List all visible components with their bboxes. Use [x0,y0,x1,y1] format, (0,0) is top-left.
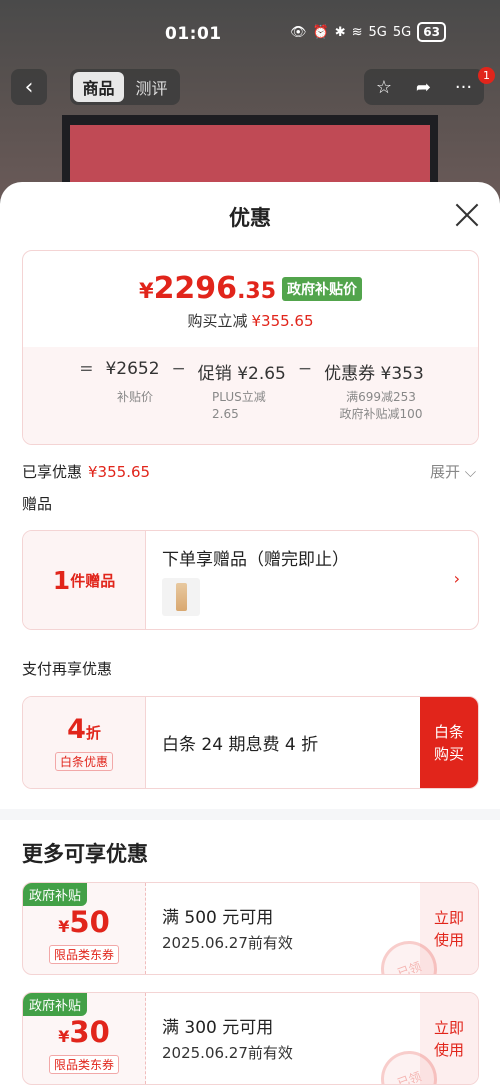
alarm-icon: ⏰ [312,24,329,40]
wifi-icon: ≋ [351,24,363,40]
discount-sheet: 优惠 ¥2296.35 政府补贴价 购买立减 ¥355.65 = ¥2652 − … [0,182,500,1085]
coupon-badge: 政府补贴 [23,993,88,1016]
equals-sign: = [79,359,94,379]
more-discounts-title: 更多可享优惠 [22,842,148,866]
baitiao-card: 4折 白条优惠 白条 24 期息费 4 折 白条 购买 [22,696,479,789]
coupon-amount: ¥50 [58,904,110,939]
star-icon[interactable]: ☆ [376,77,392,98]
coupon-type: 限品类东券 [48,1054,119,1074]
tab-product[interactable]: 商品 [73,72,124,102]
final-price: ¥2296.35 [138,271,277,306]
coupon-condition: 满 500 元可用 [162,908,274,928]
status-bar: 01:01 👁 ⏰ ✱ ≋ 5G 5G 63 [0,0,500,68]
tab-review[interactable]: 测评 [126,72,177,102]
coupon-label: 满699减253 政府补贴减100 [339,390,423,421]
gift-section-label: 赠品 [22,495,53,513]
share-icon[interactable]: ➦ [416,77,431,98]
status-icons: 👁 ⏰ ✱ ≋ 5G 5G 63 [290,22,446,42]
minus-sign-2: − [297,359,313,379]
status-time: 01:01 [165,24,222,44]
section-divider [0,809,500,820]
minus-sign: − [171,359,186,379]
sheet-title: 优惠 [229,206,271,230]
more-icon[interactable]: ··· [455,77,472,98]
chevron-right-icon: › [453,569,460,588]
gift-count: 1 件赠品 [23,531,146,629]
reduce-line: 购买立减 ¥355.65 [187,312,314,330]
pay-section-label: 支付再享优惠 [22,660,113,678]
coupon-amount: 优惠券 ¥353 [324,364,424,384]
base-label: 补贴价 [117,390,154,404]
signal-icon-2: 5G [392,24,412,40]
baitiao-buy-button[interactable]: 白条 购买 [420,697,478,788]
baitiao-tag: 白条优惠 [54,751,113,771]
signal-icon: 5G [368,24,387,40]
coupon-valid-date: 2025.06.27前有效 [162,934,293,952]
enjoyed-discount: 已享优惠 ¥355.65 [22,463,151,481]
close-icon[interactable] [454,202,480,228]
price-breakdown: = ¥2652 − 促销 ¥2.65 − 优惠券 ¥353 补贴价 PLUS立减… [23,347,478,444]
coupon-condition: 满 300 元可用 [162,1018,274,1038]
header-actions: ☆ ➦ ··· [364,69,484,105]
price-card: ¥2296.35 政府补贴价 购买立减 ¥355.65 = ¥2652 − 促销 … [22,250,479,445]
expand-button[interactable]: 展开 ⌵ [430,461,476,482]
battery-icon: 63 [417,22,446,42]
promo-label: PLUS立减 2.65 [212,390,266,421]
notification-badge: 1 [478,67,495,84]
header-tabs: 商品 测评 [70,69,180,105]
gift-thumbnail [162,578,200,616]
coupon-card: 政府补贴 ¥50 限品类东券 满 500 元可用 2025.06.27前有效 立… [22,882,479,975]
chevron-left-icon: ‹ [24,74,34,100]
base-price: ¥2652 [105,359,160,379]
gov-subsidy-tag: 政府补贴价 [282,277,363,301]
back-button[interactable]: ‹ [11,69,47,105]
coupon-type: 限品类东券 [48,944,119,964]
promo-amount: 促销 ¥2.65 [197,364,286,384]
baitiao-desc: 白条 24 期息费 4 折 [162,735,319,755]
coupon-badge: 政府补贴 [23,883,88,906]
coupon-valid-date: 2025.06.27前有效 [162,1044,293,1062]
bluetooth-icon: ✱ [334,24,346,40]
gift-card[interactable]: 1 件赠品 下单享赠品（赠完即止） › [22,530,479,630]
gift-title: 下单享赠品（赠完即止） [162,550,349,570]
coupon-card: 政府补贴 ¥30 限品类东券 满 300 元可用 2025.06.27前有效 立… [22,992,479,1085]
coupon-amount: ¥30 [58,1014,110,1049]
eye-icon: 👁 [290,24,307,40]
baitiao-discount: 4折 白条优惠 [23,697,146,788]
